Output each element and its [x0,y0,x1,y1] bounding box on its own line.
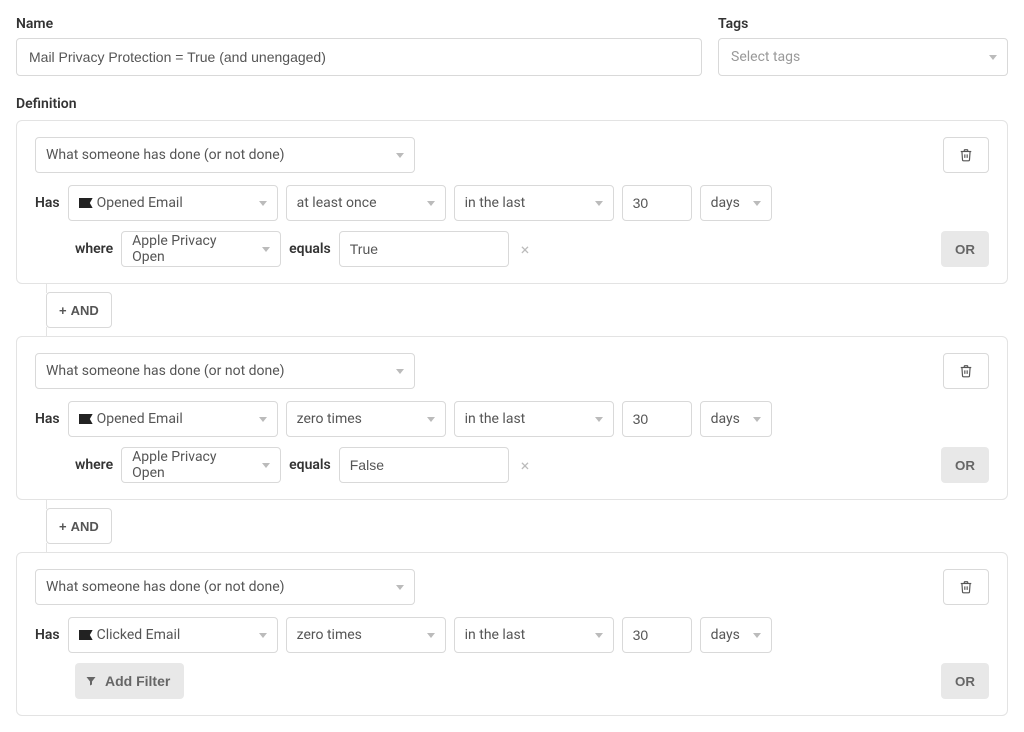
chevron-down-icon [989,55,997,60]
event-select[interactable]: Clicked Email [68,617,278,653]
or-button[interactable]: OR [941,231,989,267]
chevron-down-icon [396,153,404,158]
event-select[interactable]: Opened Email [68,185,278,221]
or-button[interactable]: OR [941,447,989,483]
chevron-down-icon [427,633,435,638]
filter-value-input[interactable] [339,231,509,267]
delete-button[interactable] [943,353,989,389]
chevron-down-icon [427,201,435,206]
chevron-down-icon [259,633,267,638]
timeframe-select[interactable]: in the last [454,185,614,221]
chevron-down-icon [427,417,435,422]
unit-select[interactable]: days [700,617,772,653]
chevron-down-icon [753,633,761,638]
or-button[interactable]: OR [941,663,989,699]
condition-card: What someone has done (or not done) Has … [16,552,1008,716]
chevron-down-icon [595,201,603,206]
chevron-down-icon [753,201,761,206]
number-input[interactable] [622,185,692,221]
and-button[interactable]: + AND [46,292,112,328]
number-input[interactable] [622,401,692,437]
where-label: where [75,457,113,473]
trash-icon [959,364,973,378]
chevron-down-icon [259,201,267,206]
equals-label: equals [289,241,331,257]
remove-filter-button[interactable]: × [517,456,534,475]
filter-property-select[interactable]: Apple Privacy Open [121,447,281,483]
delete-button[interactable] [943,137,989,173]
tags-label: Tags [718,16,1008,32]
has-label: Has [35,627,60,643]
unit-select[interactable]: days [700,401,772,437]
chevron-down-icon [595,417,603,422]
chevron-down-icon [595,633,603,638]
delete-button[interactable] [943,569,989,605]
condition-type-select[interactable]: What someone has done (or not done) [35,569,415,605]
flag-icon [79,414,93,424]
flag-icon [79,630,93,640]
timeframe-select[interactable]: in the last [454,401,614,437]
event-select[interactable]: Opened Email [68,401,278,437]
chevron-down-icon [259,417,267,422]
equals-label: equals [289,457,331,473]
trash-icon [959,580,973,594]
frequency-select[interactable]: zero times [286,401,446,437]
filter-icon [85,675,97,687]
condition-type-select[interactable]: What someone has done (or not done) [35,353,415,389]
definition-label: Definition [16,96,1008,112]
chevron-down-icon [262,463,270,468]
chevron-down-icon [753,417,761,422]
condition-card: What someone has done (or not done) Has … [16,120,1008,284]
number-input[interactable] [622,617,692,653]
has-label: Has [35,195,60,211]
chevron-down-icon [396,585,404,590]
remove-filter-button[interactable]: × [517,240,534,259]
frequency-select[interactable]: at least once [286,185,446,221]
where-label: where [75,241,113,257]
and-button[interactable]: + AND [46,508,112,544]
name-input[interactable] [16,38,702,76]
trash-icon [959,148,973,162]
chevron-down-icon [262,247,270,252]
frequency-select[interactable]: zero times [286,617,446,653]
flag-icon [79,198,93,208]
chevron-down-icon [396,369,404,374]
condition-type-select[interactable]: What someone has done (or not done) [35,137,415,173]
filter-property-select[interactable]: Apple Privacy Open [121,231,281,267]
add-filter-button[interactable]: Add Filter [75,663,184,699]
timeframe-select[interactable]: in the last [454,617,614,653]
tags-select[interactable]: Select tags [718,38,1008,76]
plus-icon: + [59,303,67,318]
unit-select[interactable]: days [700,185,772,221]
tags-placeholder: Select tags [731,49,800,65]
name-label: Name [16,16,702,32]
condition-card: What someone has done (or not done) Has … [16,336,1008,500]
filter-value-input[interactable] [339,447,509,483]
has-label: Has [35,411,60,427]
plus-icon: + [59,519,67,534]
